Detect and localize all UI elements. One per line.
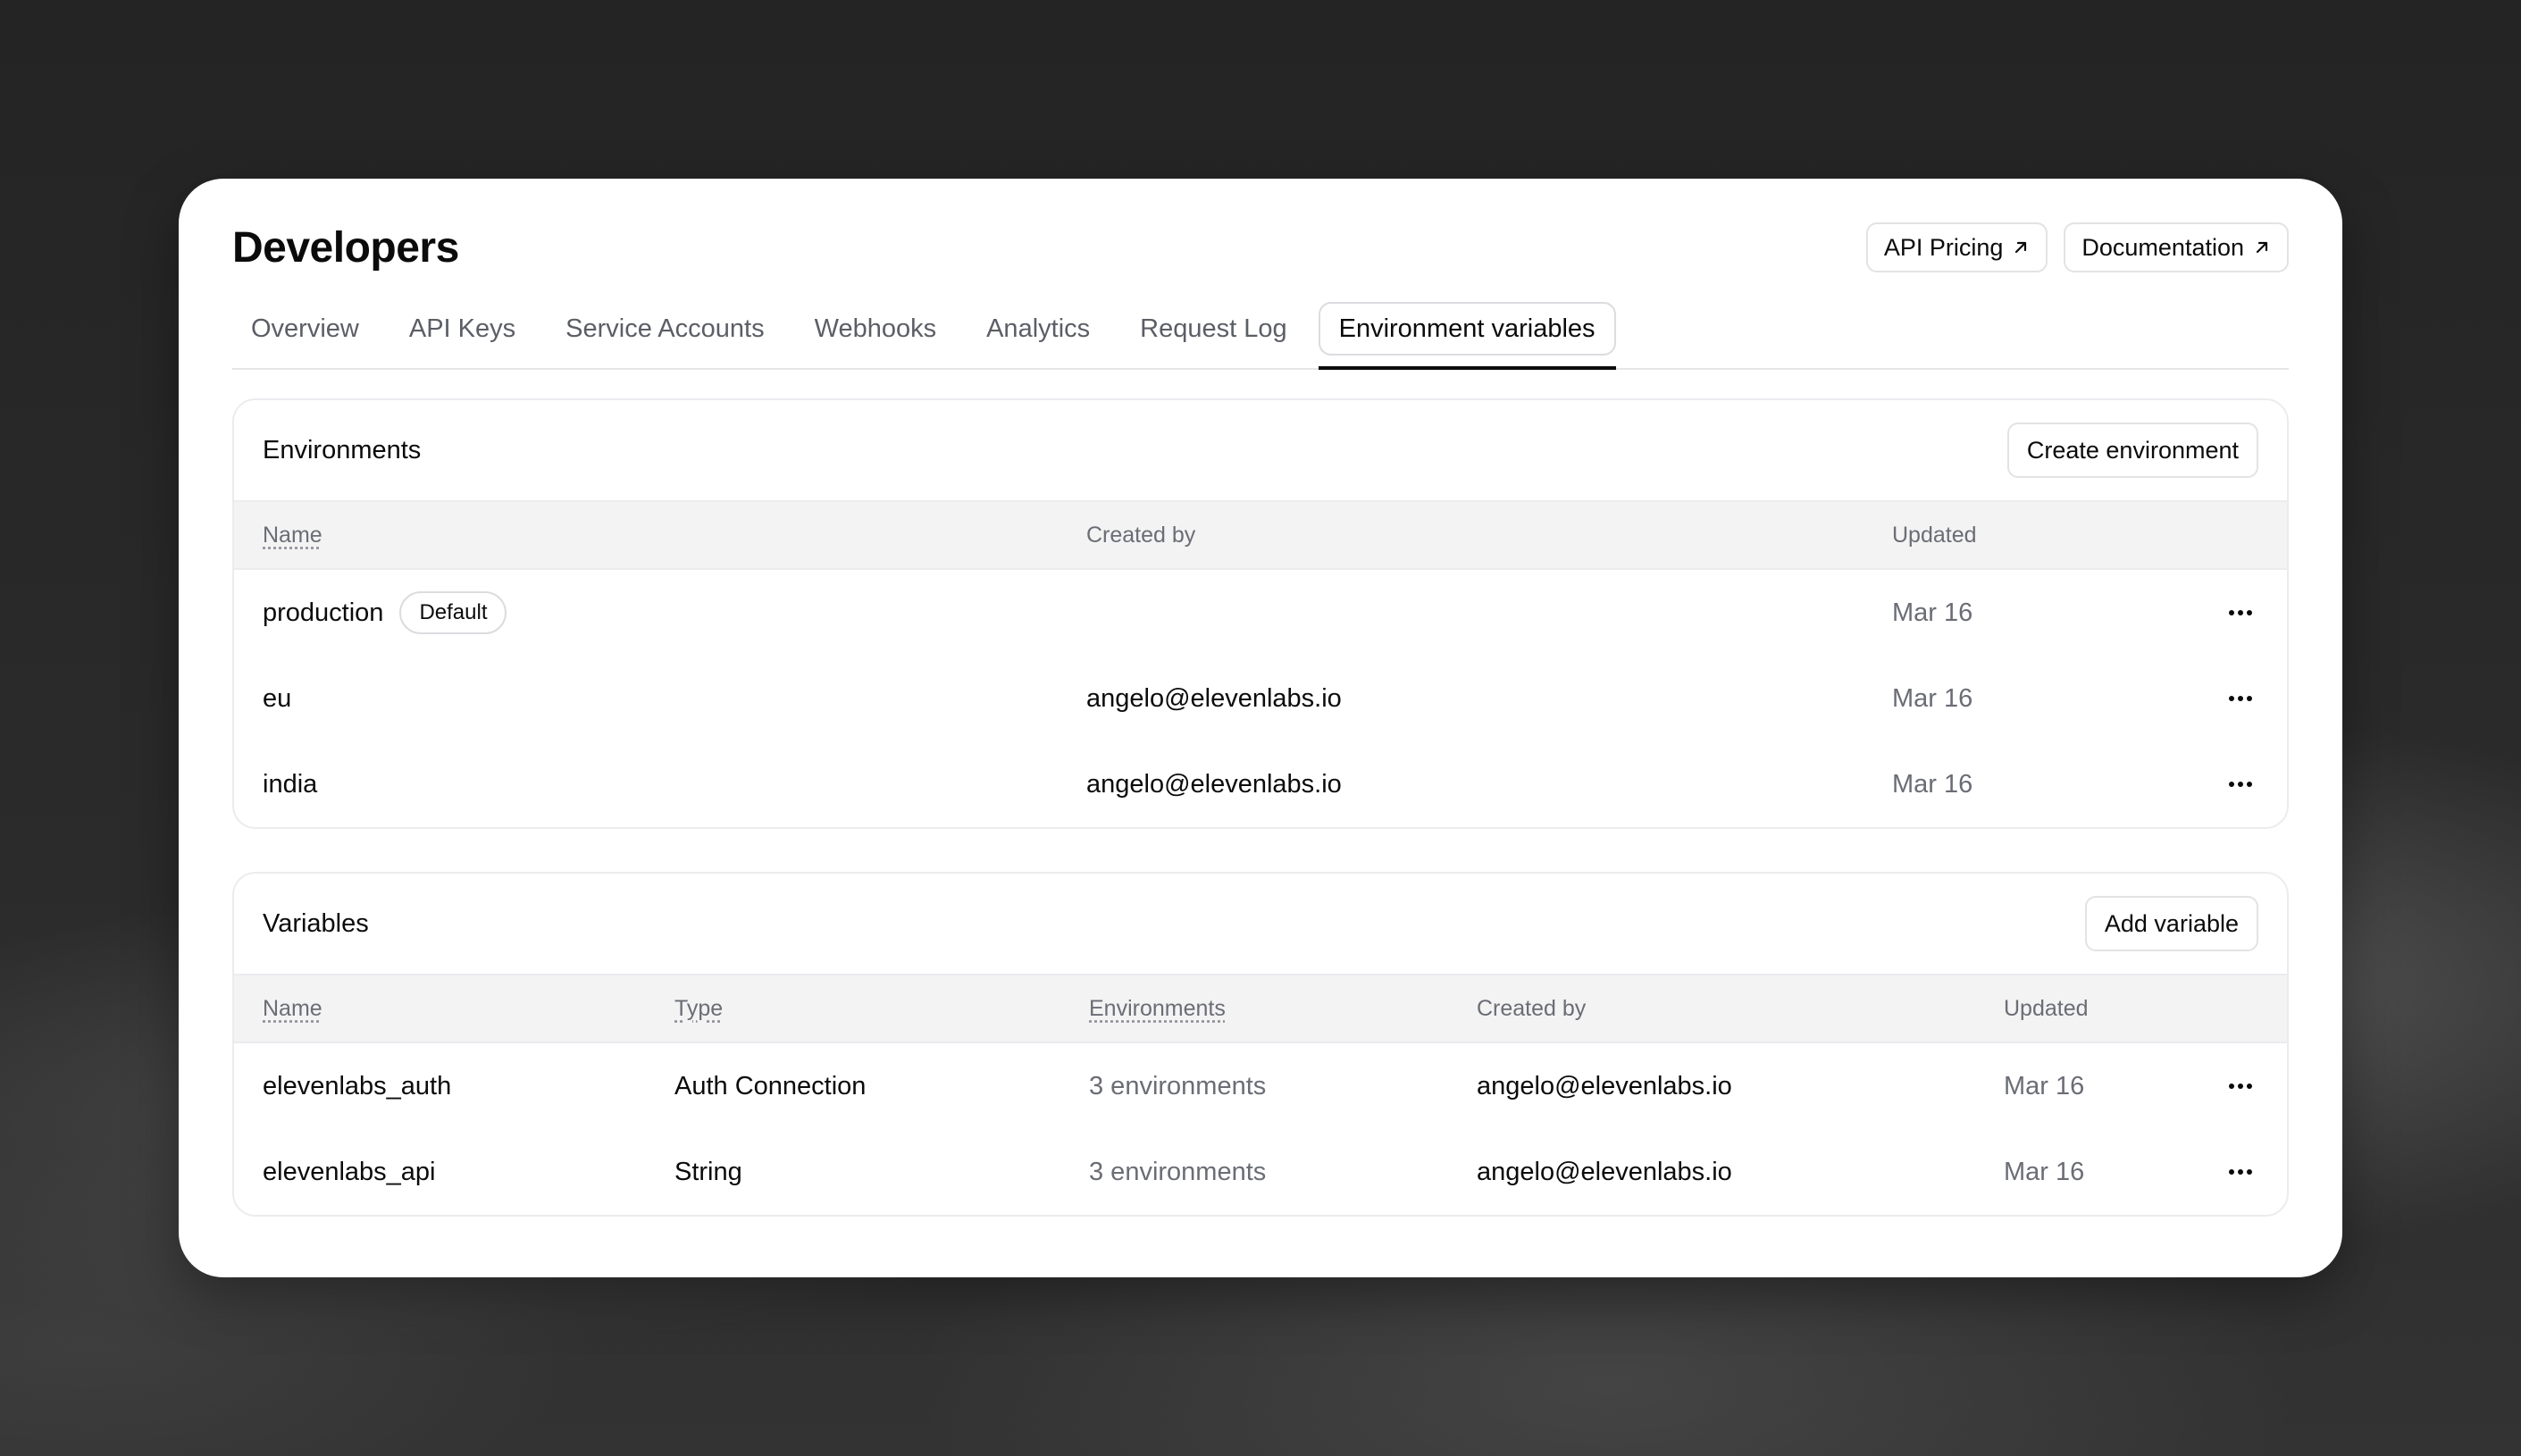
column-header-created-by: Created by [1086, 522, 1196, 548]
variables-header: Variables Add variable [234, 874, 2287, 974]
page-header: Developers API Pricing Documentation [232, 222, 2289, 273]
more-options-icon[interactable] [2223, 681, 2258, 716]
tab-environment-variables[interactable]: Environment variables [1318, 302, 1616, 370]
table-row[interactable]: elevenlabs_auth Auth Connection 3 enviro… [234, 1043, 2287, 1129]
tab-service-accounts[interactable]: Service Accounts [547, 302, 783, 356]
updated-date: Mar 16 [1892, 598, 1973, 627]
tab-webhooks[interactable]: Webhooks [796, 302, 956, 356]
updated-date: Mar 16 [2004, 1071, 2085, 1100]
api-pricing-label: API Pricing [1883, 233, 2004, 261]
environments-table-header: Name Created by Updated [234, 500, 2287, 570]
column-header-updated: Updated [2004, 995, 2089, 1021]
updated-date: Mar 16 [1892, 683, 1973, 713]
table-row[interactable]: production Default Mar 16 [234, 570, 2287, 656]
header-actions: API Pricing Documentation [1865, 222, 2289, 272]
variable-type: Auth Connection [674, 1071, 867, 1100]
created-by: angelo@elevenlabs.io [1477, 1071, 1732, 1100]
environment-name: india [263, 769, 318, 799]
table-row[interactable]: eu angelo@elevenlabs.io Mar 16 [234, 656, 2287, 741]
variable-type: String [674, 1157, 742, 1186]
add-variable-button[interactable]: Add variable [2084, 896, 2258, 951]
variables-table-header: Name Type Environments Created by Update… [234, 974, 2287, 1043]
external-arrow-icon [2256, 241, 2268, 254]
developers-card: Developers API Pricing Documentation Ove… [179, 179, 2342, 1277]
tab-request-log[interactable]: Request Log [1121, 302, 1305, 356]
column-header-environments[interactable]: Environments [1089, 996, 1226, 1021]
variable-environments: 3 environments [1089, 1157, 1267, 1186]
column-header-created-by: Created by [1477, 995, 1587, 1021]
tab-bar: Overview API Keys Service Accounts Webho… [232, 302, 2289, 370]
created-by: angelo@elevenlabs.io [1086, 683, 1342, 713]
api-pricing-button[interactable]: API Pricing [1865, 222, 2048, 272]
more-options-icon[interactable] [2223, 595, 2258, 631]
variable-name: elevenlabs_api [263, 1157, 436, 1186]
variable-name: elevenlabs_auth [263, 1071, 452, 1100]
column-header-type[interactable]: Type [674, 996, 723, 1021]
environments-title: Environments [263, 435, 422, 464]
table-row[interactable]: india angelo@elevenlabs.io Mar 16 [234, 741, 2287, 827]
tab-overview[interactable]: Overview [232, 302, 378, 356]
page-title: Developers [232, 223, 459, 272]
documentation-label: Documentation [2081, 233, 2244, 261]
more-options-icon[interactable] [2223, 766, 2258, 802]
environments-panel: Environments Create environment Name Cre… [232, 398, 2289, 829]
column-header-updated: Updated [1892, 522, 1977, 548]
created-by: angelo@elevenlabs.io [1086, 769, 1342, 799]
tab-api-keys[interactable]: API Keys [390, 302, 534, 356]
column-header-name[interactable]: Name [263, 523, 322, 548]
variable-environments: 3 environments [1089, 1071, 1267, 1100]
table-row[interactable]: elevenlabs_api String 3 environments ang… [234, 1129, 2287, 1215]
more-options-icon[interactable] [2223, 1154, 2258, 1190]
variables-panel: Variables Add variable Name Type Environ… [232, 872, 2289, 1217]
more-options-icon[interactable] [2223, 1068, 2258, 1104]
column-header-name[interactable]: Name [263, 996, 322, 1021]
external-arrow-icon [2015, 241, 2027, 254]
updated-date: Mar 16 [1892, 769, 1973, 799]
default-badge: Default [399, 591, 507, 634]
documentation-button[interactable]: Documentation [2064, 222, 2289, 272]
environment-name: production [263, 598, 384, 627]
environment-name: eu [263, 683, 292, 713]
created-by: angelo@elevenlabs.io [1477, 1157, 1732, 1186]
variables-title: Variables [263, 908, 369, 938]
updated-date: Mar 16 [2004, 1157, 2085, 1186]
create-environment-button[interactable]: Create environment [2006, 423, 2258, 478]
tab-analytics[interactable]: Analytics [967, 302, 1109, 356]
environments-header: Environments Create environment [234, 400, 2287, 500]
